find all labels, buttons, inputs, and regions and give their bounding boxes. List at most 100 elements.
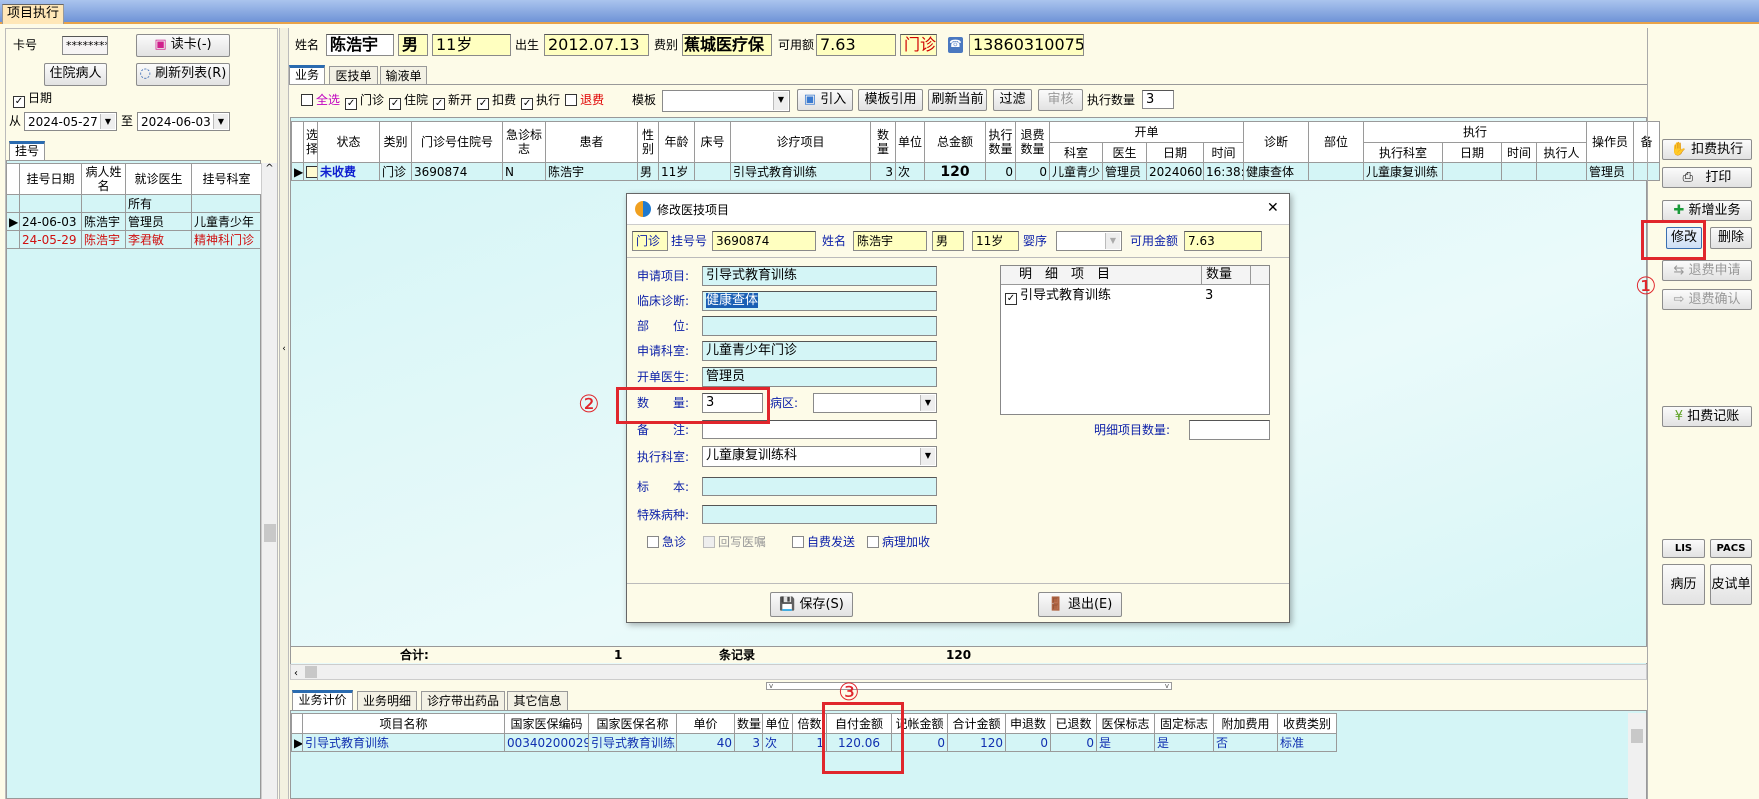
dialog-check-pathology[interactable]: 病理加收 — [867, 532, 930, 552]
tab-medtech[interactable]: 医技单 — [329, 66, 378, 85]
scroll-thumb[interactable] — [1631, 729, 1643, 743]
column-header[interactable]: 收费类别 — [1277, 713, 1337, 734]
column-header[interactable]: 已退数 — [1050, 713, 1097, 734]
inpatient-button[interactable]: 住院病人 — [44, 63, 107, 86]
column-header[interactable]: 诊疗项目 — [730, 121, 871, 163]
left-scrollbar[interactable]: ^ — [261, 163, 277, 799]
scroll-up-icon[interactable]: ^ — [262, 163, 277, 174]
registration-row[interactable]: 24-05-29 陈浩宇 李君敏 精神科门诊 — [6, 230, 262, 249]
clinical-diagnosis-field[interactable]: 健康查体 — [702, 291, 937, 311]
import-button[interactable]: ▣ 引入 — [797, 89, 853, 111]
column-header[interactable]: 国家医保名称 — [588, 713, 677, 734]
filter-row[interactable]: 所有 — [6, 194, 262, 213]
dialog-check-emergency[interactable]: 急诊 — [647, 532, 686, 552]
column-header[interactable]: 时间 — [1202, 142, 1245, 163]
print-button[interactable]: ⎙ 打印 — [1662, 167, 1752, 188]
to-date-picker[interactable]: 2024-06-03 ▼ — [137, 112, 230, 131]
column-header[interactable]: 操作员 — [1586, 121, 1635, 163]
column-header[interactable]: 日期 — [1146, 142, 1204, 163]
filter-checkbox[interactable]: ✓ 扣费 — [477, 93, 516, 110]
column-header[interactable]: 项目名称 — [302, 713, 505, 734]
filter-cell[interactable]: 所有 — [125, 194, 192, 213]
column-header[interactable]: 诊断 — [1243, 121, 1310, 163]
registration-row[interactable]: ▶ 24-06-03 陈浩宇 管理员 儿童青少年 — [6, 212, 262, 231]
filter-cell[interactable] — [19, 194, 82, 213]
checkbox-icon[interactable]: ✓ — [1005, 293, 1017, 305]
column-header[interactable]: 执行人 — [1536, 142, 1588, 163]
column-header[interactable]: 单位 — [762, 713, 793, 734]
audit-button[interactable]: 审核 — [1038, 89, 1083, 111]
detail-items-list[interactable]: 明 细 项 目 数量 ✓ 引导式教育训练 3 — [1000, 265, 1270, 415]
detail-count-input[interactable] — [1189, 420, 1270, 440]
column-header[interactable]: 时间 — [1501, 142, 1538, 163]
select-checkbox[interactable] — [303, 162, 318, 181]
column-header[interactable]: 病人姓名 — [81, 163, 126, 195]
filter-cell[interactable] — [81, 194, 126, 213]
column-header[interactable]: 医生 — [1102, 142, 1147, 163]
dialog-check-selfpay-send[interactable]: 自费发送 — [792, 532, 855, 552]
column-header[interactable]: 科室 — [1049, 142, 1103, 163]
exit-button[interactable]: 🚪 退出(E) — [1038, 592, 1122, 617]
refresh-list-button[interactable]: ◌ 刷新列表(R) — [136, 63, 230, 86]
ward-select[interactable]: ▼ — [813, 393, 937, 413]
column-header[interactable]: 总金额 — [924, 121, 986, 163]
new-business-button[interactable]: ✚ 新增业务 — [1662, 200, 1752, 221]
column-header[interactable]: 部位 — [1308, 121, 1365, 163]
chevron-down-icon[interactable]: ▼ — [213, 114, 228, 129]
filter-cell[interactable] — [191, 194, 262, 213]
column-header[interactable]: 类别 — [379, 121, 412, 163]
card-number-input[interactable]: ********* — [62, 36, 108, 55]
chevron-down-icon[interactable]: ▼ — [920, 395, 935, 411]
column-header[interactable]: 床号 — [694, 121, 731, 163]
horizontal-splitter[interactable]: vv — [766, 682, 1172, 690]
column-header[interactable]: 挂号日期 — [19, 163, 82, 195]
column-header[interactable]: 选择 — [303, 121, 318, 163]
column-header[interactable]: 退费数量 — [1015, 121, 1050, 163]
template-ref-button[interactable]: 模板引用 — [858, 89, 923, 111]
window-tab-project-exec[interactable]: 项目执行 — [2, 4, 64, 24]
chevron-down-icon[interactable]: ▼ — [920, 448, 935, 465]
special-disease-field[interactable] — [702, 505, 937, 524]
body-part-field[interactable] — [702, 316, 937, 336]
column-header[interactable]: 附加费用 — [1213, 713, 1278, 734]
exec-qty-input[interactable]: 3 — [1142, 90, 1174, 109]
tab-infusion[interactable]: 输液单 — [380, 66, 427, 85]
column-header[interactable]: 数量 — [870, 121, 896, 163]
detail-item-row[interactable]: ✓ 引导式教育训练 3 — [1005, 287, 1267, 305]
column-header[interactable]: 单价 — [676, 713, 735, 734]
column-header[interactable]: 执行数量 — [985, 121, 1016, 163]
sample-field[interactable] — [702, 477, 937, 496]
column-header[interactable]: 性别 — [637, 121, 659, 163]
filter-button[interactable]: 过滤 — [993, 89, 1032, 111]
order-row[interactable]: ▶ 未收费 门诊 3690874 N 陈浩宇男 11岁 引导式教育训练 3 次 120 0 0 儿童青少管… — [291, 162, 1661, 181]
tab-other-info[interactable]: 其它信息 — [507, 691, 568, 710]
history-button[interactable]: 病历 — [1662, 564, 1705, 605]
column-header[interactable]: 挂号科室 — [191, 163, 262, 195]
refresh-current-button[interactable]: 刷新当前 — [928, 89, 987, 111]
scroll-thumb[interactable] — [305, 666, 317, 678]
filter-checkbox[interactable]: ✓ 执行 — [521, 93, 560, 110]
column-header[interactable]: 日期 — [1442, 142, 1503, 163]
from-date-picker[interactable]: 2024-05-27 ▼ — [24, 112, 117, 131]
scroll-thumb[interactable] — [264, 524, 276, 542]
chevron-down-icon[interactable]: ▼ — [773, 92, 788, 110]
column-header[interactable]: 固定标志 — [1154, 713, 1214, 734]
save-button[interactable]: 💾 保存(S) — [770, 592, 853, 617]
column-header[interactable]: 数量 — [734, 713, 763, 734]
column-header[interactable]: 执行科室 — [1363, 142, 1444, 163]
tab-drugs[interactable]: 诊疗带出药品 — [421, 691, 505, 710]
column-header[interactable]: 申退数 — [1005, 713, 1051, 734]
date-checkbox[interactable]: ✓ 日期 — [13, 88, 52, 108]
bottom-vscrollbar[interactable] — [1628, 713, 1646, 799]
close-icon[interactable]: ✕ — [1267, 200, 1279, 216]
filter-checkbox[interactable]: ✓ 新开 — [433, 93, 472, 110]
column-header[interactable]: 就诊医生 — [125, 163, 192, 195]
column-header[interactable]: 医保标志 — [1096, 713, 1155, 734]
tab-registration[interactable]: 挂号 — [9, 141, 45, 160]
column-header[interactable]: 国家医保编码 — [504, 713, 589, 734]
exec-dept-select[interactable]: 儿童康复训练科 ▼ — [702, 446, 937, 467]
filter-checkbox[interactable]: 全选 — [301, 93, 340, 107]
column-header[interactable]: 年龄 — [658, 121, 695, 163]
infant-select[interactable]: ▼ — [1056, 231, 1122, 251]
tab-details[interactable]: 业务明细 — [357, 691, 417, 710]
